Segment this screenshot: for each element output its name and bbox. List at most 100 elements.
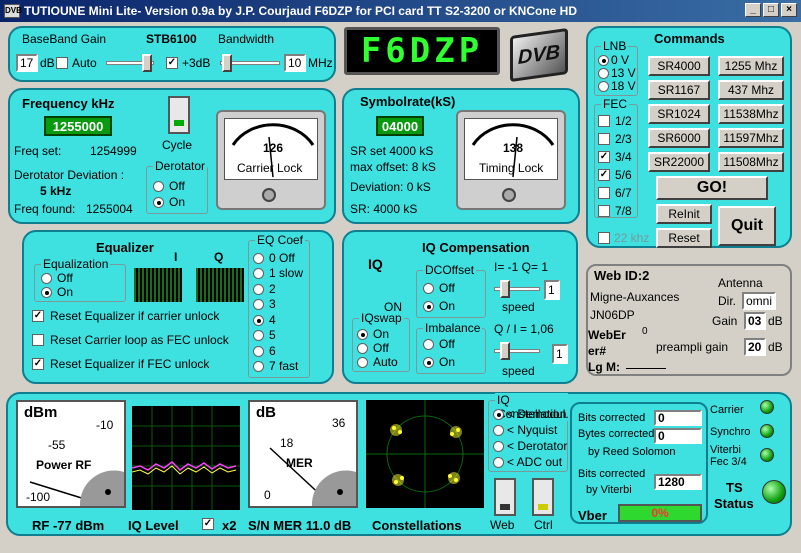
- reset-button[interactable]: Reset: [656, 228, 712, 248]
- bits-corrected-label: Bits corrected: [578, 412, 646, 424]
- dcoffset-on-radio[interactable]: [423, 301, 434, 312]
- iqswap-auto-radio[interactable]: [357, 357, 368, 368]
- fec-status-label: Fec 3/4: [710, 456, 747, 468]
- iqswap-label: IQswap: [359, 311, 404, 325]
- close-button[interactable]: ×: [781, 3, 797, 17]
- vber-label: Vber: [578, 508, 607, 523]
- eq-coef-4-radio[interactable]: [253, 315, 264, 326]
- derotator-off-radio[interactable]: [153, 181, 164, 192]
- speed1-slider[interactable]: [494, 280, 540, 298]
- plus3db-checkbox[interactable]: ✓: [166, 57, 178, 69]
- minimize-button[interactable]: _: [745, 3, 761, 17]
- web-toggle-label: Web: [490, 518, 515, 532]
- bandwidth-slider[interactable]: [220, 54, 280, 72]
- gain-slider[interactable]: [106, 54, 154, 72]
- equalization-on-radio[interactable]: [41, 287, 52, 298]
- antenna-gain-input[interactable]: 03: [744, 312, 766, 330]
- lnb-13v-label: 13 V: [611, 66, 636, 80]
- sr-label: SR: 4000 kS: [350, 202, 418, 216]
- reset-carrier-fec-checkbox[interactable]: [32, 334, 44, 346]
- deviation-label: Deviation: 0 kS: [350, 180, 431, 194]
- derotator-on-radio[interactable]: [153, 197, 164, 208]
- eq-coef-0-radio[interactable]: [253, 253, 264, 264]
- sr6000-button[interactable]: SR6000: [648, 128, 710, 148]
- eq-coef-2-radio[interactable]: [253, 284, 264, 295]
- dir-input[interactable]: omni: [742, 292, 776, 310]
- vber-value: 0%: [618, 504, 702, 522]
- lnb-18v-radio[interactable]: [598, 81, 609, 92]
- equalization-off-radio[interactable]: [41, 273, 52, 284]
- window-title: TUTIOUNE Mini Lite- Version 0.9a by J.P.…: [24, 4, 578, 18]
- fec-2-3-checkbox[interactable]: [598, 133, 610, 145]
- lnb-13v-radio[interactable]: [598, 68, 609, 79]
- sr1167-button[interactable]: SR1167: [648, 80, 710, 100]
- freq-11508-button[interactable]: 11508Mhz: [718, 152, 784, 172]
- const-demodul-radio[interactable]: [493, 409, 504, 420]
- cycle-switch[interactable]: [168, 96, 190, 134]
- antenna-gain-unit: dB: [768, 314, 783, 328]
- quit-button[interactable]: Quit: [718, 206, 776, 246]
- symbolrate-value[interactable]: 04000: [376, 116, 424, 136]
- imbalance-off-radio[interactable]: [423, 339, 434, 350]
- imbalance-label: Imbalance: [423, 321, 483, 335]
- sr1024-button[interactable]: SR1024: [648, 104, 710, 124]
- reset-eq-carrier-label: Reset Equalizer if carrier unlock: [50, 309, 220, 323]
- speed2-slider[interactable]: [494, 342, 540, 360]
- timing-meter-value: 138: [503, 141, 524, 155]
- freq-11538-button[interactable]: 11538Mhz: [718, 104, 784, 124]
- iqswap-on-radio[interactable]: [357, 329, 368, 340]
- maximize-button[interactable]: □: [763, 3, 779, 17]
- eq-coef-5-radio[interactable]: [253, 330, 264, 341]
- fec-7-8-checkbox[interactable]: [598, 205, 610, 217]
- synchro-led-icon: [760, 424, 774, 438]
- ctrl-toggle[interactable]: [532, 478, 554, 516]
- fec-6-7-checkbox[interactable]: [598, 187, 610, 199]
- reinit-button[interactable]: ReInit: [656, 204, 712, 224]
- eq-coef-3-radio[interactable]: [253, 299, 264, 310]
- freq-437-button[interactable]: 437 Mhz: [718, 80, 784, 100]
- error-correction-box: Bits corrected 0 Bytes corrected 0 by Re…: [570, 402, 708, 524]
- reset-eq-carrier-checkbox[interactable]: ✓: [32, 310, 44, 322]
- const-adc-radio[interactable]: [493, 457, 504, 468]
- sr4000-button[interactable]: SR4000: [648, 56, 710, 76]
- go-button[interactable]: GO!: [656, 176, 768, 200]
- antenna-gain-label: Gain: [712, 314, 738, 328]
- reset-eq-fec-checkbox[interactable]: ✓: [32, 358, 44, 370]
- fec-3-4-checkbox[interactable]: ✓: [598, 151, 610, 163]
- dcoffset-off-radio[interactable]: [423, 283, 434, 294]
- bandwidth-input[interactable]: 10: [284, 54, 306, 72]
- iq-constellation-group: IQ Constellation < Demodul. < Nyquist < …: [488, 393, 569, 472]
- auto-checkbox[interactable]: [56, 57, 68, 69]
- freq-1255-button[interactable]: 1255 Mhz: [718, 56, 784, 76]
- imbalance-on-radio[interactable]: [423, 357, 434, 368]
- fec-5-6-checkbox[interactable]: ✓: [598, 169, 610, 181]
- preampli-input[interactable]: 20: [744, 338, 766, 356]
- const-adc-label: < ADC out: [507, 455, 563, 469]
- equalizer-q-bars: [196, 268, 244, 302]
- equalizer-panel: Equalizer I Q Equalization Off On EQ Coe…: [22, 230, 334, 384]
- fec-1-2-checkbox[interactable]: [598, 115, 610, 127]
- eq-coef-0-label: 0 Off: [269, 251, 295, 265]
- khz22-checkbox[interactable]: [598, 232, 610, 244]
- eq-coef-6-radio[interactable]: [253, 346, 264, 357]
- dcoffset-off-label: Off: [439, 281, 455, 295]
- web-toggle[interactable]: [494, 478, 516, 516]
- speed1-input[interactable]: 1: [544, 280, 560, 300]
- eq-coef-7-radio[interactable]: [253, 361, 264, 372]
- const-nyquist-radio[interactable]: [493, 425, 504, 436]
- freq-11597-button[interactable]: 11597Mhz: [718, 128, 784, 148]
- symbolrate-title: Symbolrate(kS): [360, 94, 456, 109]
- derot-dev-value: 5 kHz: [40, 184, 72, 198]
- sr22000-button[interactable]: SR22000: [648, 152, 710, 172]
- fec-7-8-label: 7/8: [615, 204, 632, 218]
- iqswap-off-radio[interactable]: [357, 343, 368, 354]
- lnb-0v-radio[interactable]: [598, 55, 609, 66]
- frequency-value[interactable]: 1255000: [44, 116, 112, 136]
- const-derotator-radio[interactable]: [493, 441, 504, 452]
- eq-coef-1-radio[interactable]: [253, 268, 264, 279]
- chip-label: STB6100: [146, 32, 197, 46]
- lnb-label: LNB: [601, 39, 629, 53]
- gain-input[interactable]: 17: [16, 54, 38, 72]
- x2-checkbox[interactable]: ✓: [202, 518, 214, 530]
- speed2-input[interactable]: 1: [552, 344, 568, 364]
